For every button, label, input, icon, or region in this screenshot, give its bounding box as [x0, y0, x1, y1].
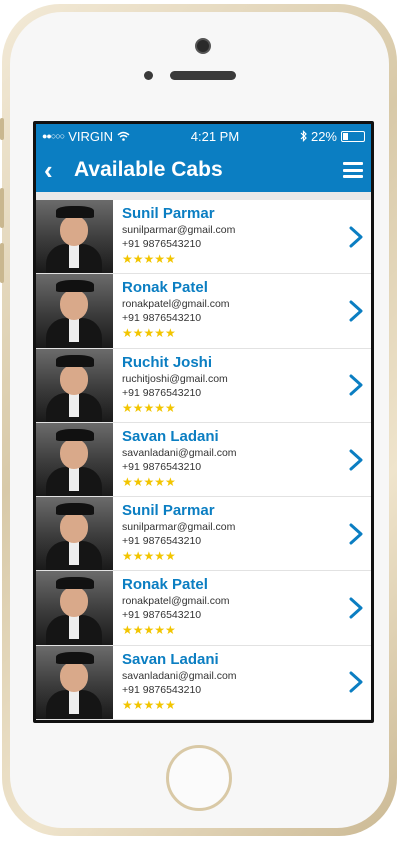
- rating-stars: ★★★★★: [122, 697, 176, 712]
- mute-switch: [0, 118, 4, 140]
- carrier-label: VIRGIN: [68, 128, 113, 144]
- driver-row[interactable]: Ronak Patel ronakpatel@gmail.com +91 98765…: [36, 571, 371, 646]
- driver-email: savanladani@gmail.com: [122, 669, 237, 682]
- volume-up-button: [0, 188, 4, 228]
- driver-row[interactable]: Savan Ladani savanladani@gmail.com +91 987…: [36, 645, 371, 720]
- driver-row[interactable]: Ronak Patel ronakpatel@gmail.com +91 98765…: [36, 274, 371, 349]
- rating-stars: ★★★★★: [122, 474, 176, 489]
- driver-name: Ruchit Joshi: [122, 353, 213, 371]
- earpiece-speaker: [170, 71, 236, 80]
- driver-row[interactable]: Ruchit Joshi ruchitjoshi@gmail.com +91 987…: [36, 348, 371, 423]
- driver-photo: [36, 422, 113, 497]
- driver-info: Ronak Patel ronakpatel@gmail.com +91 98765…: [113, 571, 341, 644]
- proximity-sensor: [144, 71, 153, 80]
- driver-phone: +91 9876543210: [122, 238, 202, 250]
- driver-phone: +91 9876543210: [122, 312, 202, 325]
- driver-email: ronakpatel@gmail.com: [122, 298, 230, 311]
- page-title: Available Cabs: [74, 158, 223, 181]
- driver-name: Sunil Parmar: [122, 205, 215, 222]
- driver-phone: +91 9876543210: [122, 386, 202, 399]
- driver-photo: [36, 200, 113, 274]
- chevron-right-icon[interactable]: [341, 274, 371, 347]
- driver-phone: +91 9876543210: [122, 609, 202, 622]
- chevron-right-icon[interactable]: [341, 200, 371, 273]
- back-icon[interactable]: ‹: [44, 155, 68, 186]
- driver-photo: [36, 645, 113, 720]
- driver-name: Savan Ladani: [122, 650, 219, 668]
- chevron-right-icon[interactable]: [341, 497, 371, 570]
- hamburger-menu-icon[interactable]: [343, 162, 363, 178]
- chevron-right-icon[interactable]: [341, 646, 371, 719]
- app-display: ●●○○○ VIRGIN 4:21 PM 22% ‹ Available Cab…: [36, 124, 371, 720]
- driver-photo: [36, 497, 113, 571]
- driver-list: Sunil Parmar sunilparmar@gmail.com +91 987…: [36, 200, 371, 720]
- driver-info: Savan Ladani savanladani@gmail.com +91 987…: [113, 646, 341, 719]
- driver-name: Ronak Patel: [122, 576, 208, 594]
- driver-row[interactable]: Savan Ladani savanladani@gmail.com +91 987…: [36, 422, 371, 498]
- wifi-icon: [117, 131, 130, 141]
- bluetooth-icon: [300, 130, 307, 142]
- driver-name: Ronak Patel: [122, 279, 208, 297]
- rating-stars: ★★★★★: [122, 326, 176, 341]
- driver-phone: +91 9876543210: [122, 683, 202, 696]
- driver-photo: [36, 274, 113, 348]
- driver-row[interactable]: Sunil Parmar sunilparmar@gmail.com +91 987…: [36, 497, 371, 572]
- driver-email: ronakpatel@gmail.com: [122, 595, 230, 608]
- driver-name: Savan Ladani: [122, 427, 219, 445]
- list-header-gap: [36, 192, 371, 200]
- battery-icon: [341, 130, 365, 142]
- chevron-right-icon[interactable]: [341, 423, 371, 496]
- driver-info: Sunil Parmar sunilparmar@gmail.com +91 987…: [113, 200, 341, 273]
- driver-photo: [36, 348, 113, 422]
- clock: 4:21 PM: [190, 128, 240, 144]
- phone-screen: ●●○○○ VIRGIN 4:21 PM 22% ‹ Available Cab…: [33, 121, 374, 723]
- driver-email: sunilparmar@gmail.com: [122, 224, 236, 236]
- driver-email: savanladani@gmail.com: [122, 446, 237, 459]
- home-button[interactable]: [166, 745, 232, 811]
- chevron-right-icon[interactable]: [341, 571, 371, 644]
- driver-info: Sunil Parmar sunilparmar@gmail.com +91 987…: [113, 497, 341, 570]
- driver-name: Sunil Parmar: [122, 502, 215, 520]
- driver-email: sunilparmar@gmail.com: [122, 521, 236, 534]
- driver-row[interactable]: Sunil Parmar sunilparmar@gmail.com +91 987…: [36, 200, 371, 275]
- volume-down-button: [0, 243, 4, 283]
- rating-stars: ★★★★★: [122, 400, 176, 415]
- rating-stars: ★★★★★: [122, 623, 176, 638]
- driver-photo: [36, 571, 113, 645]
- navigation-bar: ‹ Available Cabs: [36, 148, 371, 192]
- rating-stars: ★★★★★: [122, 252, 176, 266]
- chevron-right-icon[interactable]: [341, 349, 371, 422]
- rating-stars: ★★★★★: [122, 549, 176, 564]
- battery-percent: 22%: [310, 128, 337, 144]
- driver-phone: +91 9876543210: [122, 460, 202, 473]
- signal-strength-icon: ●●○○○: [42, 131, 65, 141]
- driver-phone: +91 9876543210: [122, 535, 202, 548]
- driver-info: Ruchit Joshi ruchitjoshi@gmail.com +91 987…: [113, 349, 341, 422]
- front-camera: [195, 38, 211, 54]
- driver-info: Savan Ladani savanladani@gmail.com +91 987…: [113, 423, 341, 496]
- driver-info: Ronak Patel ronakpatel@gmail.com +91 98765…: [113, 274, 341, 347]
- status-bar: ●●○○○ VIRGIN 4:21 PM 22%: [36, 124, 371, 148]
- driver-email: ruchitjoshi@gmail.com: [122, 372, 228, 385]
